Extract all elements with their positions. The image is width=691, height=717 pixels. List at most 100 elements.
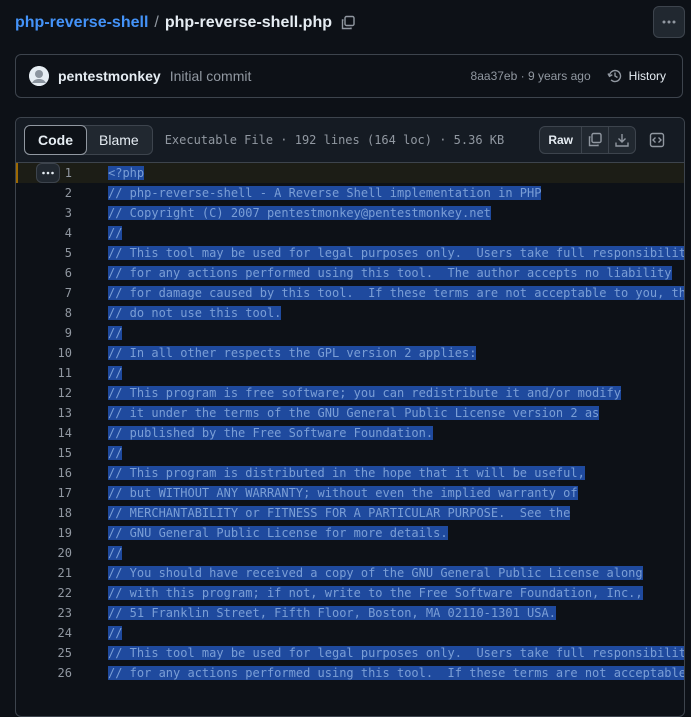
code-line[interactable]: 8 // do not use this tool. bbox=[16, 303, 684, 323]
line-number[interactable]: 24 bbox=[16, 626, 72, 640]
line-number[interactable]: 9 bbox=[16, 326, 72, 340]
code-line[interactable]: 9 // bbox=[16, 323, 684, 343]
symbols-icon bbox=[649, 132, 665, 148]
code-text-wrapper: // published by the Free Software Founda… bbox=[108, 426, 434, 440]
code-line[interactable]: 14 // published by the Free Software Foun… bbox=[16, 423, 684, 443]
symbols-button[interactable] bbox=[644, 127, 670, 153]
code-line[interactable]: 13 // it under the terms of the GNU Gener… bbox=[16, 403, 684, 423]
code-line[interactable]: 15 // bbox=[16, 443, 684, 463]
code-line[interactable]: 20 // bbox=[16, 543, 684, 563]
line-number[interactable]: 12 bbox=[16, 386, 72, 400]
code-line[interactable]: 23 // 51 Franklin Street, Fifth Floor, Bo… bbox=[16, 603, 684, 623]
code-line[interactable]: 19 // GNU General Public License for more… bbox=[16, 523, 684, 543]
code-text: // In all other respects the GPL version… bbox=[108, 346, 477, 360]
line-number[interactable]: 6 bbox=[16, 266, 72, 280]
code-text-wrapper: // for damage caused by this tool. If th… bbox=[108, 286, 684, 300]
history-icon bbox=[607, 69, 621, 83]
code-text: // but WITHOUT ANY WARRANTY; without eve… bbox=[108, 486, 578, 500]
code-line[interactable]: 5 // This tool may be used for legal purp… bbox=[16, 243, 684, 263]
code-line[interactable]: 21 // You should have received a copy of … bbox=[16, 563, 684, 583]
code-line[interactable]: 10 // In all other respects the GPL versi… bbox=[16, 343, 684, 363]
code-line[interactable]: 24 // bbox=[16, 623, 684, 643]
code-text: // Copyright (C) 2007 pentestmonkey@pent… bbox=[108, 206, 491, 220]
code-text-wrapper: // GNU General Public License for more d… bbox=[108, 526, 448, 540]
line-number[interactable]: 19 bbox=[16, 526, 72, 540]
copy-icon[interactable] bbox=[340, 15, 356, 31]
line-number[interactable]: 4 bbox=[16, 226, 72, 240]
code-line[interactable]: 1 <?php bbox=[16, 163, 684, 183]
line-options-button[interactable] bbox=[36, 163, 60, 183]
code-text: // 51 Franklin Street, Fifth Floor, Bost… bbox=[108, 606, 556, 620]
code-text-wrapper: // bbox=[108, 446, 123, 460]
code-line[interactable]: 25 // This tool may be used for legal pur… bbox=[16, 643, 684, 663]
code-text: // bbox=[108, 546, 123, 560]
code-text-wrapper: // do not use this tool. bbox=[108, 306, 282, 320]
code-line[interactable]: 2 // php-reverse-shell - A Reverse Shell … bbox=[16, 183, 684, 203]
line-number[interactable]: 22 bbox=[16, 586, 72, 600]
code-text: // This tool may be used for legal purpo… bbox=[108, 646, 685, 660]
code-line[interactable]: 16 // This program is distributed in the … bbox=[16, 463, 684, 483]
code-text-wrapper: // bbox=[108, 326, 123, 340]
line-number[interactable]: 16 bbox=[16, 466, 72, 480]
code-line[interactable]: 6 // for any actions performed using this… bbox=[16, 263, 684, 283]
code-text-wrapper: // This program is free software; you ca… bbox=[108, 386, 621, 400]
code-line[interactable]: 3 // Copyright (C) 2007 pentestmonkey@pen… bbox=[16, 203, 684, 223]
line-number[interactable]: 8 bbox=[16, 306, 72, 320]
line-number[interactable]: 15 bbox=[16, 446, 72, 460]
line-number[interactable]: 26 bbox=[16, 666, 72, 680]
code-text-wrapper: // This program is distributed in the ho… bbox=[108, 466, 585, 480]
history-button[interactable]: History bbox=[607, 68, 666, 84]
line-number[interactable]: 5 bbox=[16, 246, 72, 260]
more-options-button[interactable] bbox=[653, 6, 685, 38]
code-text: // This program is distributed in the ho… bbox=[108, 466, 585, 480]
code-text: // for any actions performed using this … bbox=[108, 666, 685, 680]
code-line[interactable]: 26 // for any actions performed using thi… bbox=[16, 663, 684, 683]
line-number[interactable]: 11 bbox=[16, 366, 72, 380]
repo-link[interactable]: php-reverse-shell bbox=[15, 14, 148, 32]
raw-button[interactable]: Raw bbox=[540, 127, 582, 153]
code-line[interactable]: 11 // bbox=[16, 363, 684, 383]
copy-icon bbox=[588, 132, 602, 147]
code-line[interactable]: 17 // but WITHOUT ANY WARRANTY; without e… bbox=[16, 483, 684, 503]
download-button[interactable] bbox=[609, 127, 635, 153]
line-number[interactable]: 14 bbox=[16, 426, 72, 440]
code-text: // bbox=[108, 326, 123, 340]
line-number[interactable]: 13 bbox=[16, 406, 72, 420]
code-text: // php-reverse-shell - A Reverse Shell i… bbox=[108, 186, 542, 200]
avatar[interactable] bbox=[29, 66, 49, 86]
code-line[interactable]: 12 // This program is free software; you … bbox=[16, 383, 684, 403]
commit-message[interactable]: Initial commit bbox=[170, 68, 252, 84]
breadcrumb: php-reverse-shell / php-reverse-shell.ph… bbox=[15, 11, 356, 35]
code-tab[interactable]: Code bbox=[24, 125, 87, 155]
code-line[interactable]: 7 // for damage caused by this tool. If t… bbox=[16, 283, 684, 303]
code-text: // You should have received a copy of th… bbox=[108, 566, 643, 580]
code-text-wrapper: // bbox=[108, 626, 123, 640]
code-listing[interactable]: 1 <?php 2 // php-reverse-shell - A Reverse … bbox=[16, 163, 684, 683]
line-number[interactable]: 21 bbox=[16, 566, 72, 580]
code-text: // bbox=[108, 446, 123, 460]
line-number[interactable]: 25 bbox=[16, 646, 72, 660]
code-line[interactable]: 4 // bbox=[16, 223, 684, 243]
code-text: <?php bbox=[108, 166, 145, 180]
code-line[interactable]: 22 // with this program; if not, write to… bbox=[16, 583, 684, 603]
code-text-wrapper: // bbox=[108, 226, 123, 240]
code-text-wrapper: // for any actions performed using this … bbox=[108, 666, 685, 680]
commit-author[interactable]: pentestmonkey bbox=[58, 68, 161, 84]
line-number[interactable]: 18 bbox=[16, 506, 72, 520]
line-number[interactable]: 7 bbox=[16, 286, 72, 300]
copy-raw-button[interactable] bbox=[582, 127, 609, 153]
code-text-wrapper: // bbox=[108, 366, 123, 380]
line-number[interactable]: 10 bbox=[16, 346, 72, 360]
blame-tab[interactable]: Blame bbox=[86, 126, 152, 154]
line-number[interactable]: 17 bbox=[16, 486, 72, 500]
line-number[interactable]: 20 bbox=[16, 546, 72, 560]
line-number[interactable]: 23 bbox=[16, 606, 72, 620]
code-text-wrapper: // In all other respects the GPL version… bbox=[108, 346, 477, 360]
code-text-wrapper: // 51 Franklin Street, Fifth Floor, Bost… bbox=[108, 606, 556, 620]
code-text: // GNU General Public License for more d… bbox=[108, 526, 448, 540]
commit-sha[interactable]: 8aa37eb bbox=[471, 69, 518, 83]
line-number[interactable]: 3 bbox=[16, 206, 72, 220]
code-line[interactable]: 18 // MERCHANTABILITY or FITNESS FOR A PA… bbox=[16, 503, 684, 523]
code-text: // for any actions performed using this … bbox=[108, 266, 672, 280]
line-number[interactable]: 2 bbox=[16, 186, 72, 200]
